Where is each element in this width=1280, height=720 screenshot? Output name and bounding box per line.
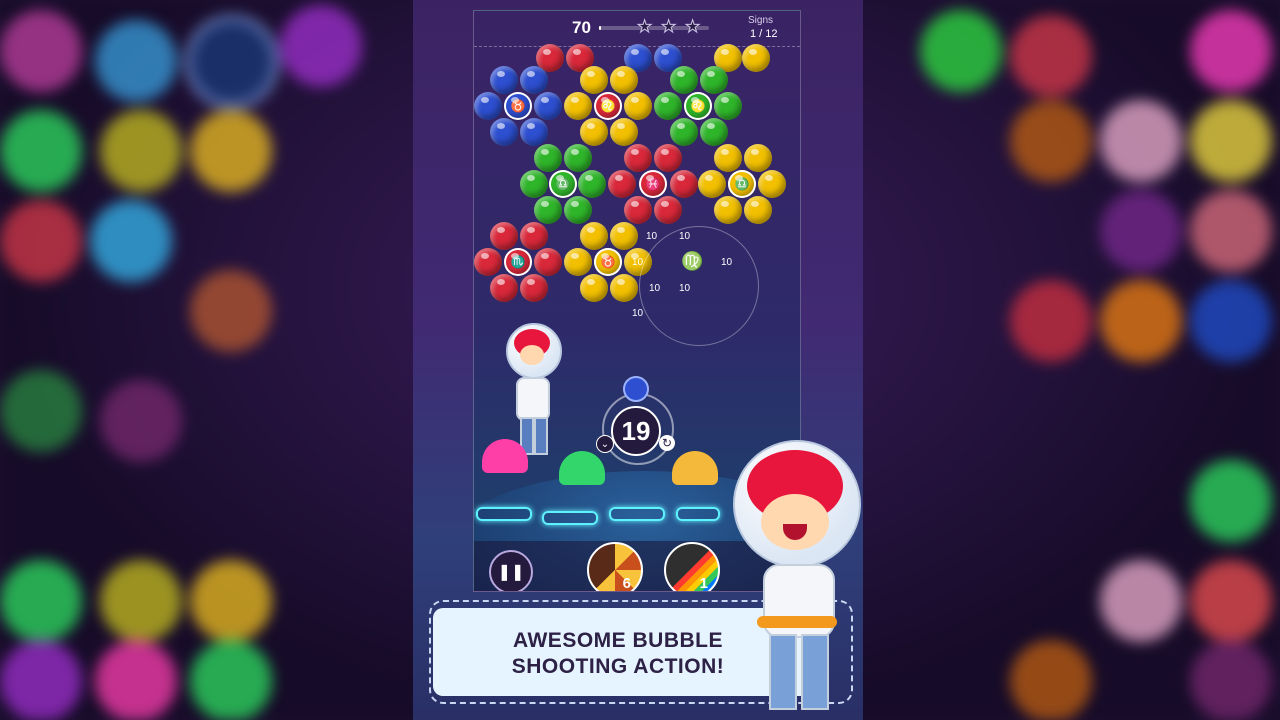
red-bubble (534, 248, 562, 276)
astronaut-mascot (733, 440, 863, 720)
yellow-bubble (610, 118, 638, 146)
yellow-bubble (610, 274, 638, 302)
yellow-bubble (610, 222, 638, 250)
blue-bubble (474, 92, 502, 120)
red-bubble (608, 170, 636, 198)
green-bubble (700, 118, 728, 146)
star-progress-fill (599, 26, 602, 30)
zodiac-sign-bubble: ♌ (594, 92, 622, 120)
neon-platform (542, 511, 598, 525)
red-bubble (490, 222, 518, 250)
blue-bubble (490, 66, 518, 94)
yellow-bubble (564, 248, 592, 276)
swap-bubble-icon[interactable]: ↻ (659, 435, 675, 451)
red-bubble (670, 170, 698, 198)
blue-bubble (520, 66, 548, 94)
aim-guide-icon[interactable]: ⌄ (596, 435, 614, 453)
red-bubble (624, 196, 652, 224)
green-bubble (714, 92, 742, 120)
game-screen: 70 ★ ★ ★ Signs 1 / 12 ♉ ♌ ♌ ♎ ♓ ♎ ♏ ♉ ♍ 10 10 1… (413, 0, 863, 720)
star-icon: ★ (684, 17, 701, 37)
score-value: 70 (572, 18, 591, 37)
yellow-bubble (742, 44, 770, 72)
green-bubble (534, 144, 562, 172)
zodiac-sign-bubble: ♎ (728, 170, 756, 198)
red-bubble (624, 144, 652, 172)
next-bubble[interactable] (623, 376, 649, 402)
points-popup: 10 (721, 257, 733, 268)
yellow-bubble (580, 222, 608, 250)
yellow-bubble (698, 170, 726, 198)
red-bubble (654, 196, 682, 224)
zodiac-sign-bubble: ♏ (504, 248, 532, 276)
rainbow-powerup-count: 1 (699, 575, 708, 592)
star-icon: ★ (660, 17, 677, 37)
green-bubble (520, 170, 548, 198)
yellow-bubble (610, 66, 638, 94)
signs-counter: 1 / 12 (750, 28, 778, 40)
points-popup: 10 (632, 308, 644, 319)
signs-label: Signs (748, 15, 774, 26)
green-bubble (578, 170, 606, 198)
star-progress: ★ ★ ★ (599, 17, 709, 37)
rainbow-powerup-button[interactable]: 1 (664, 542, 720, 592)
green-bubble (670, 66, 698, 94)
points-popup: 10 (679, 231, 691, 242)
red-bubble (520, 274, 548, 302)
sunburst-powerup-count: 6 (622, 575, 631, 592)
popped-sign-icon: ♍ (681, 251, 704, 271)
blue-bubble (520, 118, 548, 146)
yellow-bubble (624, 92, 652, 120)
green-bubble (670, 118, 698, 146)
yellow-bubble (714, 196, 742, 224)
red-bubble (520, 222, 548, 250)
shots-remaining[interactable]: 19 (611, 406, 661, 456)
points-popup: 10 (649, 283, 661, 294)
yellow-bubble (714, 144, 742, 172)
zodiac-sign-bubble: ♌ (684, 92, 712, 120)
zodiac-sign-bubble: ♓ (639, 170, 667, 198)
green-bubble (654, 92, 682, 120)
red-bubble (474, 248, 502, 276)
neon-platform (476, 507, 532, 521)
yellow-bubble (580, 274, 608, 302)
green-bubble (564, 196, 592, 224)
blue-bubble (490, 118, 518, 146)
yellow-bubble (580, 66, 608, 94)
star-icon: ★ (636, 17, 653, 37)
yellow-bubble (564, 92, 592, 120)
pause-button[interactable]: ❚❚ (489, 550, 533, 591)
neon-platform (609, 507, 665, 521)
hud-bar: 70 ★ ★ ★ Signs 1 / 12 (474, 11, 800, 47)
red-bubble (490, 274, 518, 302)
sunburst-powerup-button[interactable]: 6 (587, 542, 643, 592)
yellow-bubble (744, 144, 772, 172)
points-popup: 10 (646, 231, 658, 242)
points-popup: 10 (679, 283, 691, 294)
zodiac-sign-bubble: ♎ (549, 170, 577, 198)
yellow-bubble (758, 170, 786, 198)
yellow-bubble (580, 118, 608, 146)
yellow-bubble (744, 196, 772, 224)
green-bubble (564, 144, 592, 172)
mascot-belt (757, 616, 837, 628)
blue-bubble (534, 92, 562, 120)
zodiac-sign-bubble: ♉ (504, 92, 532, 120)
zodiac-sign-bubble: ♉ (594, 248, 622, 276)
green-alien (559, 451, 605, 485)
yellow-alien (672, 451, 718, 485)
green-bubble (700, 66, 728, 94)
points-popup: 10 (632, 257, 644, 268)
green-bubble (534, 196, 562, 224)
red-bubble (654, 144, 682, 172)
neon-platform (676, 507, 720, 521)
